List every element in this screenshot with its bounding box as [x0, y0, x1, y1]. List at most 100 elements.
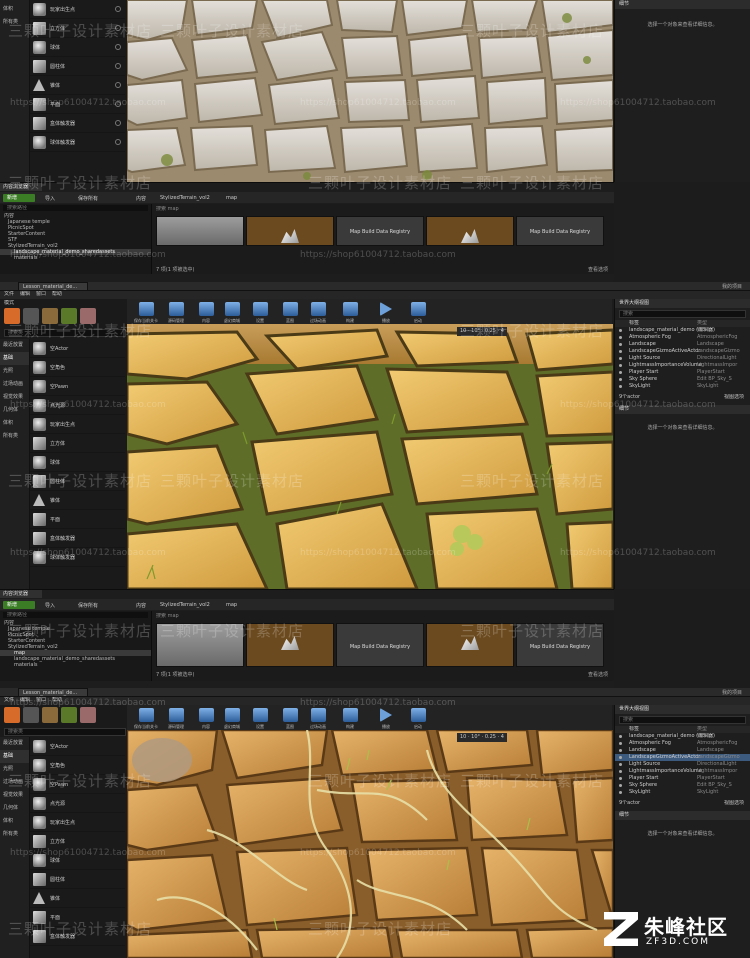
help-icon[interactable] — [115, 6, 121, 12]
visibility-eye-icon[interactable] — [619, 371, 622, 374]
help-icon[interactable] — [115, 44, 121, 50]
outliner-row[interactable]: Landscape Landscape — [615, 341, 750, 348]
visibility-eye-icon[interactable] — [619, 378, 622, 381]
place-item[interactable]: 锥体 — [30, 491, 125, 510]
category-volume[interactable]: 体积 — [0, 3, 29, 16]
column-label[interactable]: 标签 — [619, 320, 697, 327]
category-volume[interactable]: 体积 — [0, 417, 29, 430]
menu-edit[interactable]: 编辑 — [20, 291, 30, 298]
visibility-eye-icon[interactable] — [619, 336, 622, 339]
registry-asset[interactable]: Map Build Data Registry — [516, 216, 604, 246]
folder-asset[interactable] — [156, 216, 244, 246]
foliage-mode-icon[interactable] — [61, 707, 77, 723]
place-item[interactable]: 平面 — [30, 510, 125, 529]
visibility-eye-icon[interactable] — [619, 735, 622, 738]
view-options-button[interactable]: 查看选项 — [588, 671, 608, 678]
place-item[interactable]: 玩家出生点 — [30, 0, 125, 19]
add-new-button[interactable]: 新增 — [3, 194, 35, 202]
menu-window[interactable]: 窗口 — [36, 291, 46, 298]
registry-asset[interactable]: Map Build Data Registry — [336, 623, 424, 667]
view-options-button[interactable]: 查看选项 — [588, 266, 608, 273]
category-lights[interactable]: 光照 — [0, 365, 29, 378]
place-item[interactable]: 球体触发器 — [30, 133, 125, 152]
help-icon[interactable] — [115, 139, 121, 145]
visibility-eye-icon[interactable] — [619, 357, 622, 360]
outliner-row[interactable]: Atmospheric Fog AtmosphericFog — [615, 740, 750, 747]
outliner-row[interactable]: landscape_material_demo (编辑器)World — [615, 327, 750, 334]
visibility-eye-icon[interactable] — [619, 329, 622, 332]
import-button[interactable]: 导入 — [45, 195, 55, 202]
asset-search-input[interactable]: 搜索 map — [156, 206, 179, 213]
view-options-button[interactable]: 视图选项 — [724, 394, 744, 401]
place-item[interactable]: 空Actor — [30, 339, 125, 358]
path-root[interactable]: 内容 — [136, 602, 146, 609]
category-basic[interactable]: 基础 — [0, 352, 29, 365]
help-icon[interactable] — [115, 63, 121, 69]
visibility-eye-icon[interactable] — [619, 784, 622, 787]
visibility-eye-icon[interactable] — [619, 756, 622, 759]
visibility-eye-icon[interactable] — [619, 770, 622, 773]
place-mode-icon[interactable] — [4, 707, 20, 723]
asset-search-input[interactable]: 搜索 map — [156, 613, 179, 620]
viewport-snap-controls[interactable]: 10 · 10° · 0.25 · 4 — [457, 733, 507, 742]
outliner-row[interactable]: LandscapeGizmoActiveActorLandscapeGizmo — [615, 754, 750, 761]
column-type[interactable]: 类型 — [697, 726, 707, 732]
paint-mode-icon[interactable] — [23, 707, 39, 723]
place-item[interactable]: 圆柱体 — [30, 57, 125, 76]
place-item[interactable]: 立方体 — [30, 434, 125, 453]
visibility-eye-icon[interactable] — [619, 343, 622, 346]
path-project[interactable]: StylizedTerrain_vol2 — [160, 195, 210, 201]
map-asset[interactable] — [426, 216, 514, 246]
place-item[interactable]: 点光源 — [30, 794, 125, 813]
visibility-eye-icon[interactable] — [619, 791, 622, 794]
place-item[interactable]: 圆柱体 — [30, 870, 125, 889]
outliner-row[interactable]: LandscapeGizmoActiveActorLandscapeGizmo — [615, 348, 750, 355]
category-all[interactable]: 所有类 — [0, 430, 29, 443]
map-asset[interactable] — [246, 216, 334, 246]
geometry-mode-icon[interactable] — [80, 707, 96, 723]
save-all-button[interactable]: 保存所有 — [78, 195, 98, 202]
level-tab[interactable]: Lesson_material_de... — [18, 282, 88, 291]
place-item[interactable]: 盒体触发器 — [30, 529, 125, 548]
help-icon[interactable] — [115, 120, 121, 126]
view-options-button[interactable]: 视图选项 — [724, 800, 744, 807]
path-map[interactable]: map — [226, 602, 237, 608]
outliner-row[interactable]: Player Start PlayerStart — [615, 369, 750, 376]
outliner-row[interactable]: Sky Sphere Edit BP_Sky_S — [615, 376, 750, 383]
category-basic[interactable]: 基础 — [0, 750, 29, 763]
place-item[interactable]: 空Actor — [30, 737, 125, 756]
class-search-input[interactable]: 搜索类 — [4, 728, 126, 736]
import-button[interactable]: 导入 — [45, 602, 55, 609]
outliner-row[interactable]: SkyLight SkyLight — [615, 789, 750, 796]
outliner-row[interactable]: Sky Sphere Edit BP_Sky_S — [615, 782, 750, 789]
visibility-eye-icon[interactable] — [619, 364, 622, 367]
place-item[interactable]: 玩家出生点 — [30, 415, 125, 434]
add-new-button[interactable]: 新增 — [3, 601, 35, 609]
tree-search-input[interactable]: 搜索路径 — [3, 205, 148, 211]
place-item[interactable]: 锥体 — [30, 76, 125, 95]
level-tab[interactable]: Lesson_material_de... — [18, 688, 88, 697]
outliner-row[interactable]: Player Start PlayerStart — [615, 775, 750, 782]
outliner-search-input[interactable]: 搜索 — [619, 310, 746, 318]
visibility-eye-icon[interactable] — [619, 763, 622, 766]
landscape-mode-icon[interactable] — [42, 707, 58, 723]
registry-asset[interactable]: Map Build Data Registry — [336, 216, 424, 246]
outliner-row[interactable]: LightmassImportanceVolumeLightmassImpor — [615, 362, 750, 369]
path-root[interactable]: 内容 — [136, 195, 146, 202]
outliner-row[interactable]: SkyLight SkyLight — [615, 383, 750, 390]
outliner-search-input[interactable]: 搜索 — [619, 716, 746, 724]
outliner-row[interactable]: Light Source DirectionalLight — [615, 355, 750, 362]
place-item[interactable]: 空角色 — [30, 358, 125, 377]
column-type[interactable]: 类型 — [697, 320, 707, 326]
outliner-row[interactable]: Landscape Landscape — [615, 747, 750, 754]
tree-item[interactable]: materials — [0, 662, 151, 668]
outliner-row[interactable]: landscape_material_demo (编辑器)World — [615, 733, 750, 740]
visibility-eye-icon[interactable] — [619, 749, 622, 752]
path-project[interactable]: StylizedTerrain_vol2 — [160, 602, 210, 608]
category-volume[interactable]: 体积 — [0, 815, 29, 828]
visibility-eye-icon[interactable] — [619, 742, 622, 745]
visibility-eye-icon[interactable] — [619, 777, 622, 780]
save-all-button[interactable]: 保存所有 — [78, 602, 98, 609]
path-map[interactable]: map — [226, 195, 237, 201]
visibility-eye-icon[interactable] — [619, 350, 622, 353]
